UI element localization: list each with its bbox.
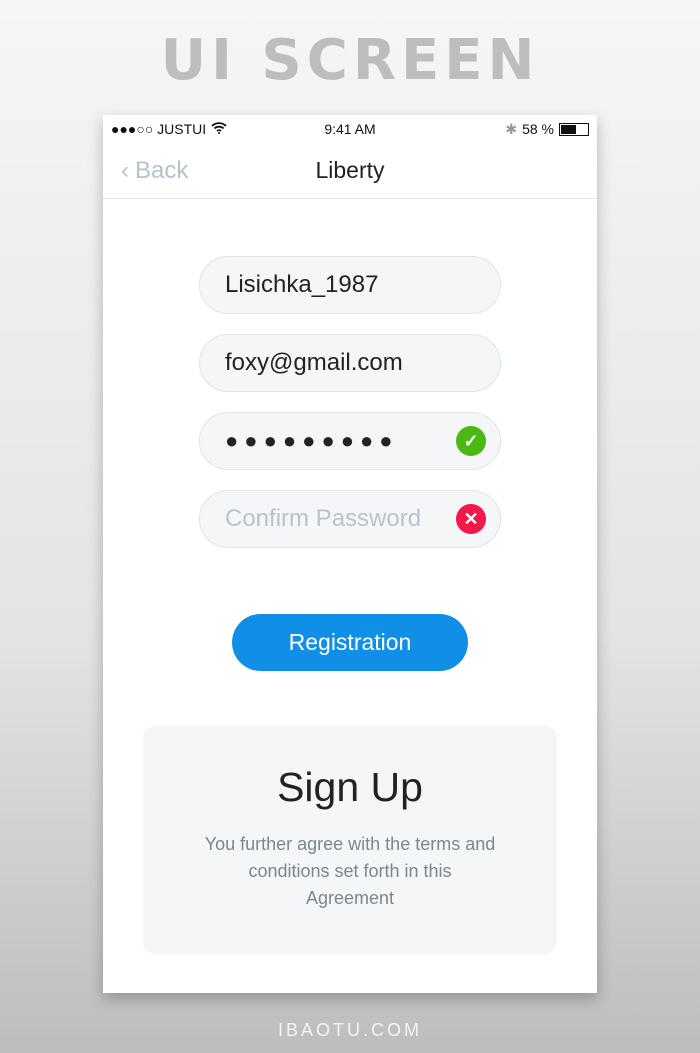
username-value: Lisichka_1987 — [225, 271, 379, 298]
registration-button[interactable]: Registration — [232, 614, 468, 671]
carrier: ●●●○○ JUSTUI — [111, 121, 207, 137]
check-icon: ✓ — [456, 426, 486, 456]
nav-bar: ‹ Back Liberty — [103, 143, 597, 199]
confirm-password-placeholder: Confirm Password — [225, 505, 422, 532]
card-text: You further agree with the terms and con… — [204, 834, 496, 908]
back-button[interactable]: ‹ Back — [121, 157, 188, 185]
error-x-icon: ✕ — [456, 504, 486, 534]
banner-title: UI SCREEN — [160, 28, 540, 93]
password-field[interactable]: ●●●●●●●●● ✓ — [199, 412, 501, 470]
email-field[interactable]: foxy@gmail.com — [199, 334, 501, 392]
bluetooth-icon: ✱ — [505, 120, 518, 137]
battery-icon — [559, 122, 589, 136]
chevron-left-icon: ‹ — [121, 156, 129, 184]
card-title: Sign Up — [277, 764, 423, 810]
password-value: ●●●●●●●●● — [225, 428, 399, 453]
back-label: Back — [135, 156, 189, 184]
sign-up-card: Sign Up You further agree with the terms… — [143, 726, 557, 954]
wifi-icon — [211, 121, 227, 137]
confirm-password-field[interactable]: Confirm Password ✕ — [199, 490, 501, 548]
phone-screen: ●●●○○ JUSTUI 9:41 AM ✱ 58 % ‹ Back Libert… — [103, 115, 597, 993]
status-bar: ●●●○○ JUSTUI 9:41 AM ✱ 58 % — [103, 115, 597, 143]
email-value: foxy@gmail.com — [225, 349, 403, 376]
battery-percent: 58 % — [522, 121, 554, 137]
footer-watermark: IBAOTU.COM — [277, 1020, 422, 1040]
username-field[interactable]: Lisichka_1987 — [199, 256, 501, 314]
